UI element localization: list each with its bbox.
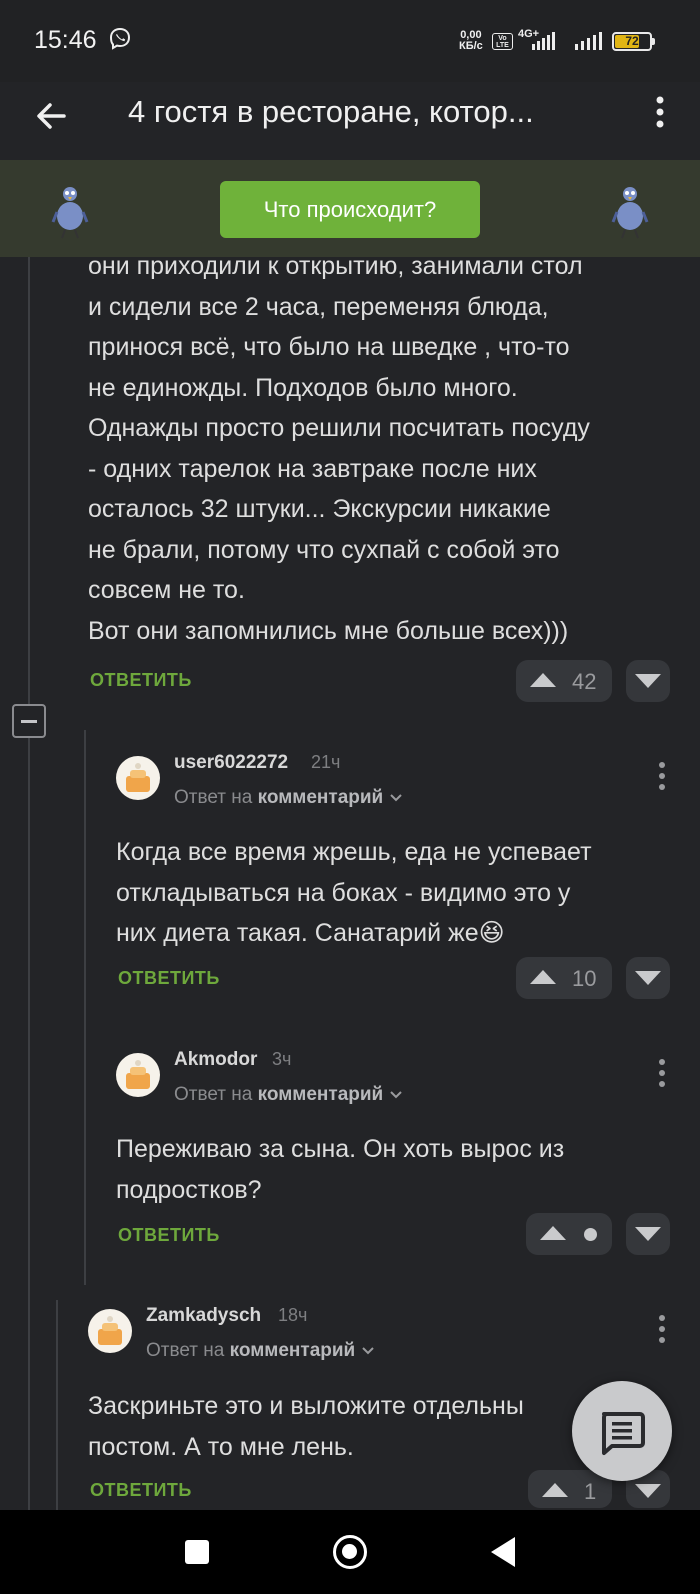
comment-line: не брали, потому что сухпай с собой это [88, 535, 560, 564]
comment-line: Когда все время жрешь, еда не успевает [116, 838, 592, 866]
comment-line: Однажды просто решили посчитать посуду [88, 414, 590, 442]
mascot-pigeon-icon [51, 187, 89, 239]
vote-count: 1 [584, 1479, 597, 1504]
comment-body: Переживаю за сына. Он хоть вырос из подр… [116, 1129, 686, 1210]
reply-to-target: комментарий [257, 787, 384, 808]
comment-author[interactable]: user6022272 [174, 752, 288, 774]
comment-line: них диета такая. Санатарий же😆 [116, 919, 505, 947]
comment-author[interactable]: Zamkadysch [146, 1305, 261, 1327]
vote-down-button[interactable] [626, 660, 670, 702]
comment-menu-icon[interactable] [655, 762, 669, 792]
comment-line: подростков? [116, 1175, 262, 1204]
reply-to-link[interactable]: Ответ на комментарий [174, 1084, 403, 1106]
vote-up-button[interactable]: 10 [516, 957, 612, 999]
comment-menu-icon[interactable] [655, 1315, 669, 1345]
avatar[interactable] [116, 756, 160, 800]
comment-body: они приходили к открытию, занимали стол … [88, 246, 688, 651]
comment-line: не единожды. Подходов было много. [88, 373, 518, 402]
vote-down-button[interactable] [626, 1213, 670, 1255]
comment-time: 3ч [272, 1049, 292, 1069]
viber-icon [109, 27, 131, 50]
vote-count: 10 [572, 966, 597, 991]
arrow-up-icon [542, 1483, 568, 1497]
status-bar: 15:46 0,00 КБ/с Vo LTE 4G+ 72 [0, 0, 700, 82]
vote-up-button[interactable] [526, 1213, 612, 1255]
reply-to-link[interactable]: Ответ на комментарий [174, 787, 403, 809]
reply-button[interactable]: ОТВЕТИТЬ [118, 968, 220, 989]
net-speed: 0,00 КБ/с [459, 30, 483, 52]
comment-line: откладываться на боках - видимо это у [116, 878, 571, 907]
comment-line: и сидели все 2 часа, переменяя блюда, [88, 292, 549, 321]
arrow-up-icon [540, 1226, 566, 1240]
mascot-pigeon-icon [611, 187, 649, 239]
avatar-image [126, 1060, 150, 1089]
back-triangle-icon[interactable] [491, 1537, 515, 1567]
what-is-happening-button[interactable]: Что происходит? [220, 181, 480, 238]
vote-hidden-dot [584, 1228, 597, 1241]
chevron-down-icon [361, 1347, 374, 1355]
reply-to-prefix: Ответ на [174, 1084, 253, 1105]
arrow-left-icon[interactable] [30, 94, 74, 138]
comment-body: Когда все время жрешь, еда не успевает о… [116, 832, 686, 954]
reply-button[interactable]: ОТВЕТИТЬ [90, 670, 192, 691]
battery-icon: 72 [612, 32, 652, 51]
comment-time: 18ч [278, 1305, 308, 1325]
page-title: 4 гостя в ресторане, котор... [128, 94, 534, 129]
chevron-down-icon [389, 1091, 402, 1099]
comment-line: они приходили к открытию, занимали стол [88, 252, 583, 280]
home-circle-icon[interactable] [333, 1535, 367, 1569]
vote-down-button[interactable] [626, 957, 670, 999]
comment-line: принося всё, что было на шведке , что-то [88, 333, 570, 361]
arrow-down-icon [635, 1227, 661, 1241]
comment-line: совсем не то. [88, 576, 245, 604]
chevron-down-icon [389, 794, 402, 802]
thread-line [84, 730, 86, 1285]
comment-time: 21ч [311, 752, 341, 772]
arrow-up-icon [530, 970, 556, 984]
arrow-down-icon [635, 674, 661, 688]
comment-line: - одних тарелок на завтраке после них [88, 454, 537, 483]
thread-line [56, 1300, 58, 1510]
comment-menu-icon[interactable] [655, 1059, 669, 1089]
app-bar: 4 гостя в ресторане, котор... [0, 82, 700, 160]
volte-icon: Vo LTE [492, 33, 513, 50]
avatar-image [98, 1316, 122, 1345]
status-time: 15:46 [34, 26, 97, 54]
comment-fab-button[interactable] [572, 1381, 672, 1481]
comment-line: Переживаю за сына. Он хоть вырос из [116, 1135, 565, 1163]
comment-icon [602, 1412, 645, 1455]
more-vert-icon[interactable] [648, 92, 672, 136]
avatar-image [126, 763, 150, 792]
signal-icon [575, 32, 602, 50]
thread-line [28, 738, 30, 1510]
avatar[interactable] [116, 1053, 160, 1097]
reply-to-target: комментарий [257, 1084, 384, 1105]
reply-button[interactable]: ОТВЕТИТЬ [118, 1225, 220, 1246]
signal-icon [532, 32, 555, 50]
system-nav-bar [0, 1510, 700, 1594]
battery-nub [652, 38, 655, 45]
arrow-down-icon [635, 1484, 661, 1498]
vote-up-button[interactable]: 42 [516, 660, 612, 702]
reply-to-prefix: Ответ на [174, 787, 253, 808]
battery-level: 72 [625, 34, 639, 48]
reply-to-link[interactable]: Ответ на комментарий [146, 1340, 375, 1362]
reply-button[interactable]: ОТВЕТИТЬ [90, 1480, 192, 1501]
vote-count: 42 [572, 669, 597, 694]
thread-line [28, 257, 30, 704]
comment-line: Вот они запомнились мне больше всех))) [88, 616, 569, 645]
net-speed-unit: КБ/с [459, 40, 483, 52]
comment-line: осталось 32 штуки... Экскурсии никакие [88, 495, 551, 523]
reply-to-target: комментарий [229, 1340, 356, 1361]
comment-author[interactable]: Akmodor [174, 1049, 257, 1071]
collapse-thread-button[interactable] [12, 704, 46, 738]
arrow-up-icon [530, 673, 556, 687]
recents-square-icon[interactable] [185, 1540, 209, 1564]
reply-to-prefix: Ответ на [146, 1340, 225, 1361]
arrow-down-icon [635, 971, 661, 985]
event-banner: Что происходит? [0, 160, 700, 257]
avatar[interactable] [88, 1309, 132, 1353]
